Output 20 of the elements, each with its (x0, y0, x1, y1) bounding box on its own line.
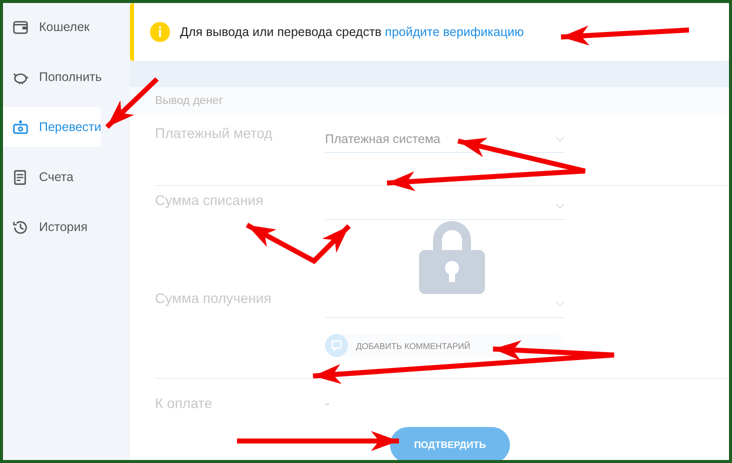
sidebar-item[interactable]: История (3, 207, 101, 247)
comment-icon (325, 334, 348, 357)
banner-text: Для вывода или перевода средств пройдите верификацию (180, 25, 524, 39)
confirm-button[interactable]: ПОДТВЕРДИТЬ (390, 427, 510, 460)
sidebar-item[interactable]: Перевести (3, 107, 101, 147)
chevron-icon (555, 300, 565, 306)
chevron-icon (555, 136, 565, 142)
sidebar-item[interactable]: Счета (3, 157, 101, 197)
invoice-icon (12, 168, 29, 186)
add-comment-button[interactable]: ДОБАВИТЬ КОММЕНТАРИЙ (325, 334, 565, 357)
verification-link[interactable]: пройдите верификацию (385, 25, 524, 39)
section-title: Вывод денег (130, 87, 729, 115)
total-value: - (325, 395, 330, 411)
chevron-icon (555, 202, 565, 208)
wallet-icon (12, 18, 29, 36)
sidebar-item[interactable]: Кошелек (3, 7, 101, 47)
transfer-icon (12, 118, 29, 136)
history-icon (12, 218, 29, 236)
sidebar-item[interactable]: Пополнить (3, 57, 101, 97)
info-icon (150, 22, 170, 42)
